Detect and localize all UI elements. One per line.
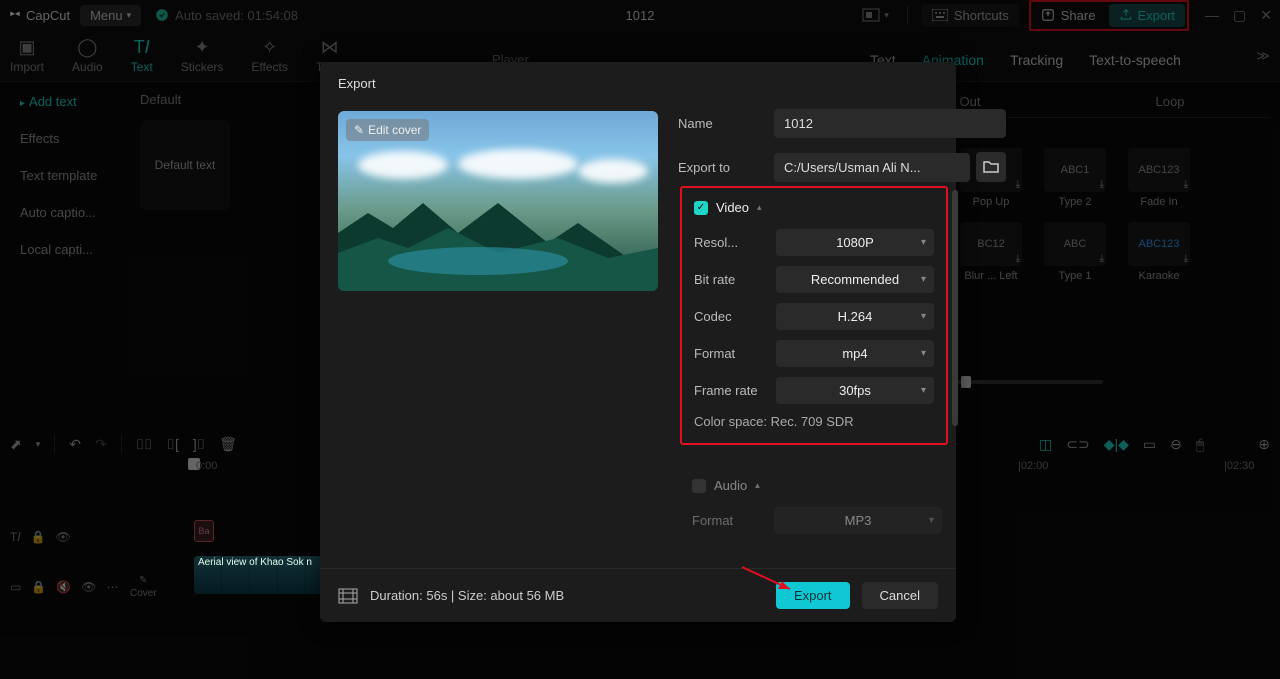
framerate-select[interactable]: 30fps▾ (776, 377, 934, 404)
browse-folder-button[interactable] (976, 152, 1006, 182)
codec-label: Codec (694, 309, 766, 324)
framerate-label: Frame rate (694, 383, 766, 398)
format-label: Format (694, 346, 766, 361)
cover-preview: ✎ Edit cover (338, 111, 658, 291)
export-duration: Duration: 56s | Size: about 56 MB (370, 588, 564, 603)
video-settings-highlight: ✓ Video ▴ Resol... 1080P▾ Bit rate Recom… (680, 186, 948, 445)
codec-select[interactable]: H.264▾ (776, 303, 934, 330)
bitrate-label: Bit rate (694, 272, 766, 287)
chevron-down-icon: ▾ (921, 385, 926, 396)
audio-checkbox[interactable] (692, 479, 706, 493)
format-select[interactable]: mp4▾ (776, 340, 934, 367)
video-checkbox[interactable]: ✓ (694, 201, 708, 215)
export-cancel-button[interactable]: Cancel (862, 582, 938, 609)
chevron-down-icon: ▾ (921, 311, 926, 322)
chevron-up-icon: ▴ (755, 480, 760, 491)
audio-format-label: Format (692, 513, 764, 528)
chevron-down-icon: ▾ (921, 274, 926, 285)
export-confirm-button[interactable]: Export (776, 582, 850, 609)
mountain-illustration (338, 183, 658, 291)
chevron-down-icon: ▾ (921, 348, 926, 359)
chevron-up-icon: ▴ (757, 202, 762, 213)
chevron-down-icon: ▾ (921, 237, 926, 248)
colorspace-text: Color space: Rec. 709 SDR (694, 414, 934, 429)
video-section-toggle[interactable]: ✓ Video ▴ (694, 200, 934, 215)
exportto-label: Export to (678, 160, 764, 175)
audio-section-toggle[interactable]: Audio ▴ (692, 478, 942, 493)
name-input[interactable] (774, 109, 1006, 138)
bitrate-select[interactable]: Recommended▾ (776, 266, 934, 293)
film-icon (338, 588, 358, 604)
modal-title: Export (320, 62, 956, 105)
resolution-select[interactable]: 1080P▾ (776, 229, 934, 256)
pencil-icon: ✎ (354, 123, 364, 137)
exportto-input[interactable] (774, 153, 970, 182)
video-scrollbar[interactable] (952, 190, 958, 426)
audio-format-select[interactable]: MP3▾ (774, 507, 942, 534)
folder-icon (983, 160, 999, 174)
edit-cover-button[interactable]: ✎ Edit cover (346, 119, 429, 141)
chevron-down-icon: ▾ (929, 515, 934, 526)
name-label: Name (678, 116, 764, 131)
resolution-label: Resol... (694, 235, 766, 250)
